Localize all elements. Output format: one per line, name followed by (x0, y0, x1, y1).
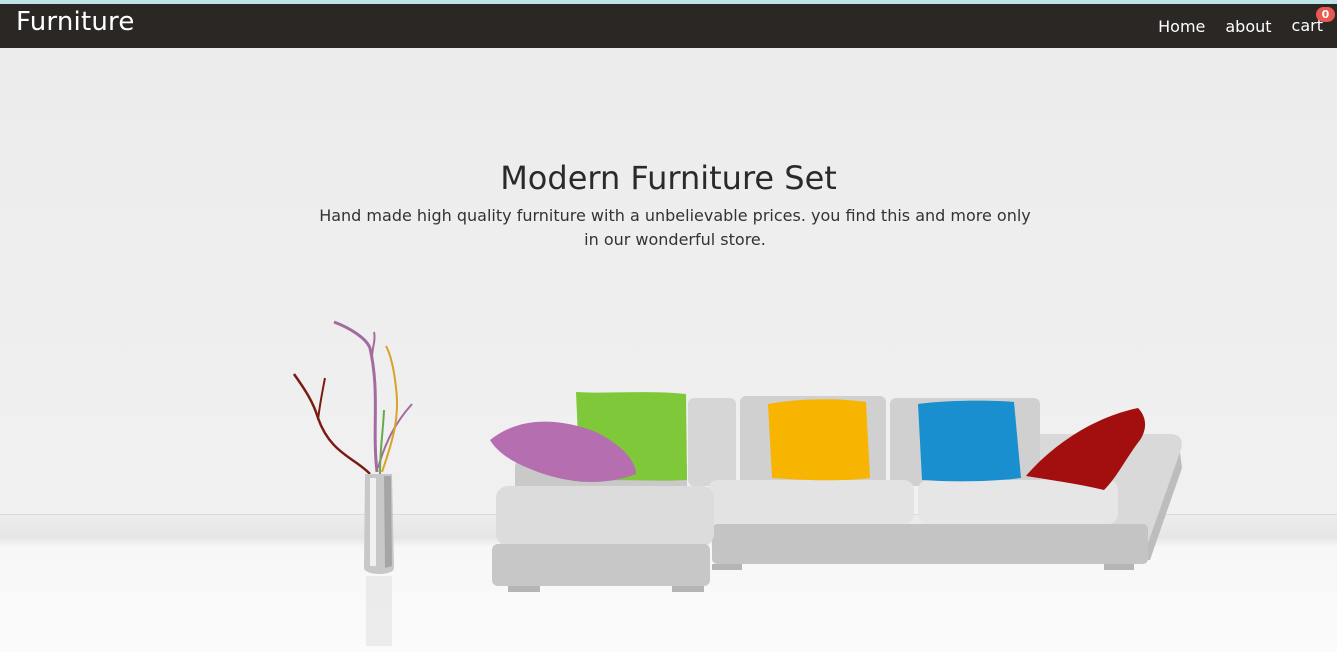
pillow-blue (918, 400, 1021, 482)
pillow-yellow (768, 399, 870, 481)
sofa-back-left (688, 398, 736, 486)
navbar: Furniture Home about cart 0 (0, 4, 1337, 48)
nav-links: Home about cart 0 (1158, 3, 1335, 49)
vase-reflection (366, 576, 392, 646)
cart-count-badge: 0 (1316, 7, 1335, 22)
sofa-foot-3 (712, 564, 742, 570)
hero-subtitle: Hand made high quality furniture with a … (319, 206, 1031, 249)
branch-gold (381, 345, 399, 473)
branch-red (292, 373, 371, 475)
nav-home-link[interactable]: Home (1158, 3, 1205, 49)
seat-cushion-mid (708, 480, 914, 524)
sofa-foot-4 (1104, 564, 1134, 570)
chaise-seat (496, 486, 714, 546)
nav-cart[interactable]: cart 0 (1292, 4, 1335, 48)
branch-green (379, 409, 385, 475)
hero-title: Modern Furniture Set (500, 159, 837, 197)
branch-red-2 (317, 377, 326, 421)
hero-section: Modern Furniture Set Hand made high qual… (0, 48, 1337, 652)
chaise-base (492, 544, 710, 586)
branch-purple-3 (371, 331, 376, 359)
sofa-base (712, 524, 1148, 564)
sofa-foot-1 (508, 586, 540, 592)
vase-shine (370, 478, 376, 566)
sofa-foot-2 (672, 586, 704, 592)
nav-about-link[interactable]: about (1225, 3, 1271, 49)
brand-logo[interactable]: Furniture (16, 4, 135, 40)
vase-shade (384, 476, 392, 568)
seat-cushion-right (918, 480, 1118, 524)
page-bottom-edge (0, 652, 1337, 656)
hero-scene-image (292, 320, 1182, 646)
